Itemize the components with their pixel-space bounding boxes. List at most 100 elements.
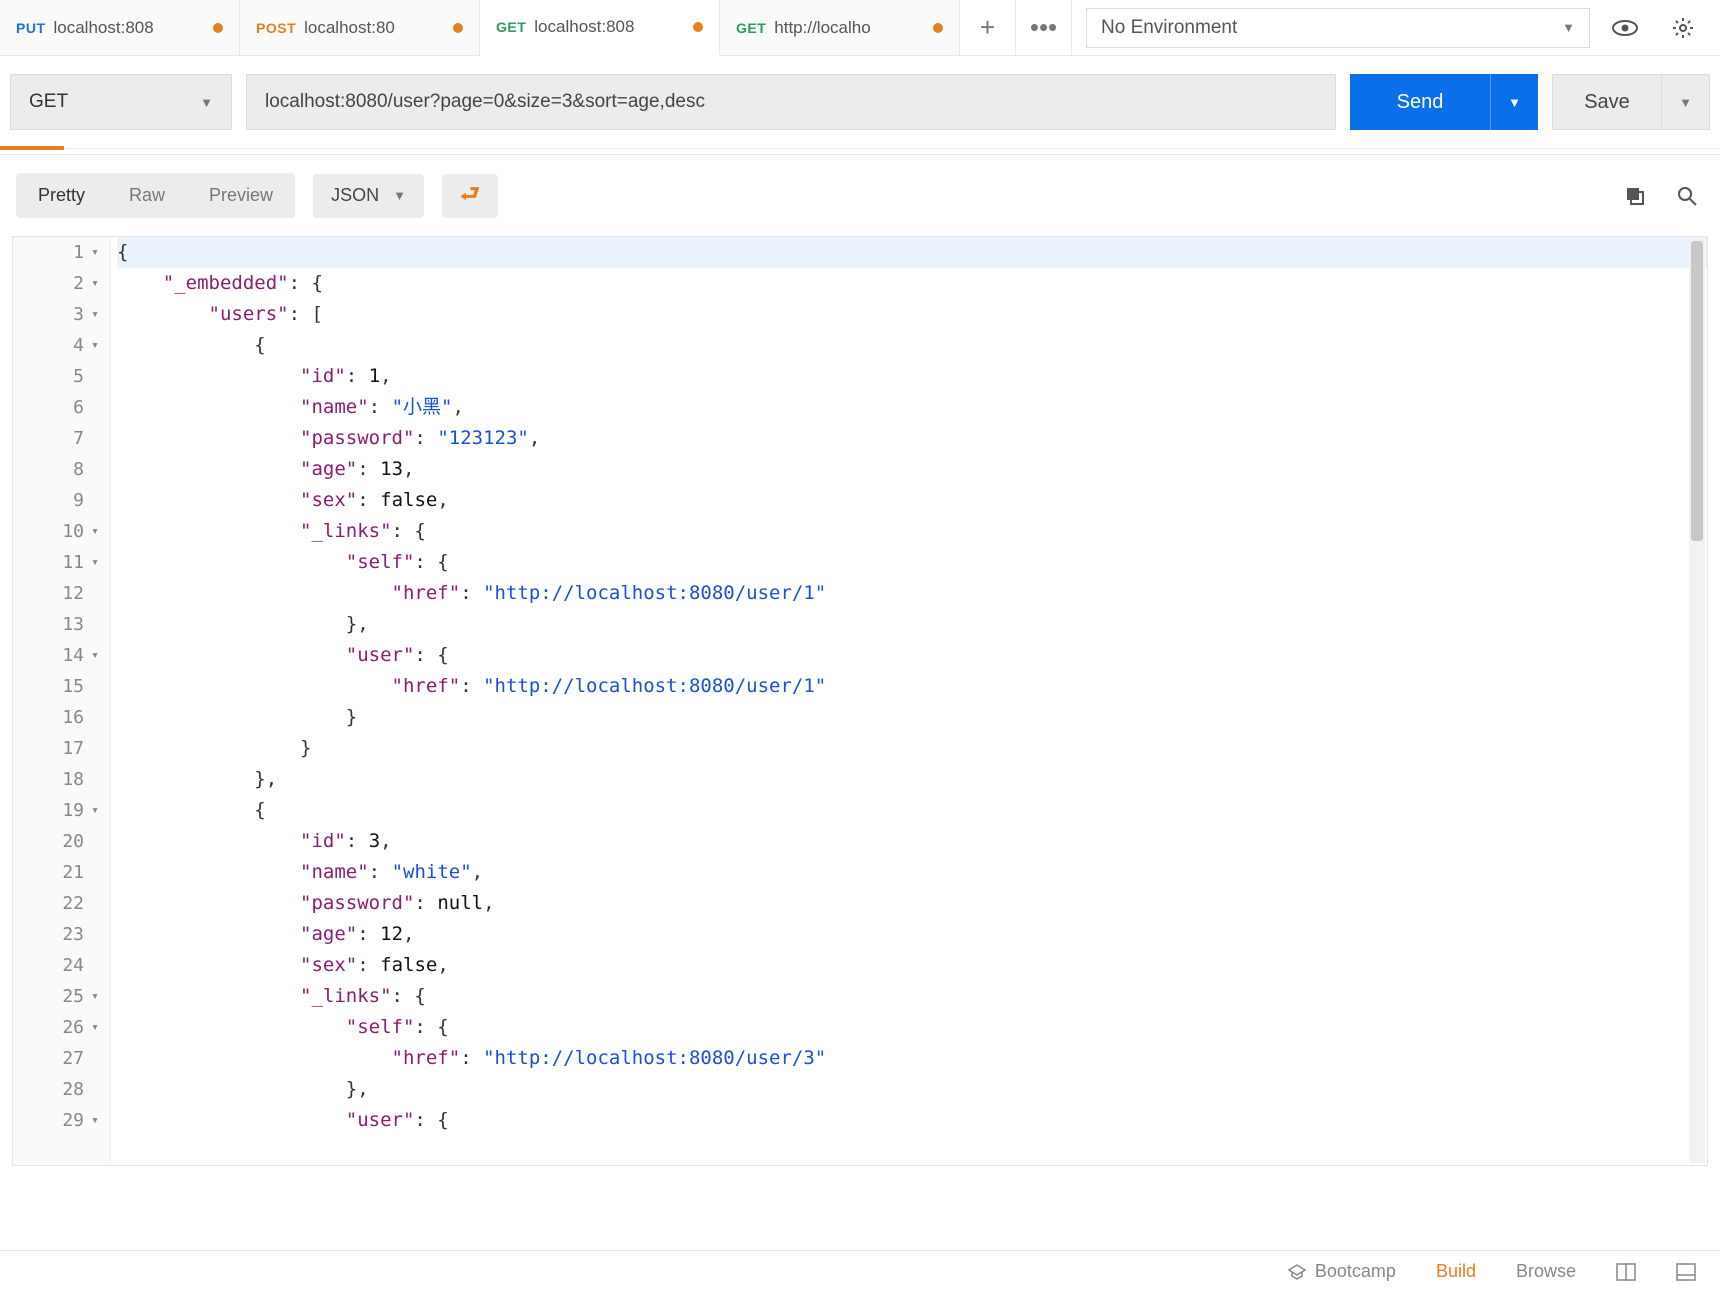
active-section-marker xyxy=(0,149,1720,155)
line-number[interactable]: 21 xyxy=(13,857,110,888)
request-tab-1[interactable]: POST localhost:80 xyxy=(240,0,480,55)
line-number[interactable]: 23 xyxy=(13,919,110,950)
line-number[interactable]: 2▾ xyxy=(13,268,110,299)
line-number[interactable]: 9 xyxy=(13,485,110,516)
line-number[interactable]: 18 xyxy=(13,764,110,795)
response-view-pretty[interactable]: Pretty xyxy=(16,173,107,218)
line-wrap-toggle[interactable]: ⮐ xyxy=(442,174,498,218)
environment-select[interactable]: No Environment ▼ xyxy=(1086,8,1590,48)
line-number[interactable]: 20 xyxy=(13,826,110,857)
response-view-preview[interactable]: Preview xyxy=(187,173,295,218)
tab-label: localhost:808 xyxy=(534,17,634,37)
line-number[interactable]: 7 xyxy=(13,423,110,454)
line-number[interactable]: 26▾ xyxy=(13,1012,110,1043)
footer-bootcamp[interactable]: Bootcamp xyxy=(1287,1261,1396,1282)
response-view-tabs: PrettyRawPreview xyxy=(16,173,295,218)
environment-area: No Environment ▼ xyxy=(1072,0,1720,55)
footer-build[interactable]: Build xyxy=(1436,1261,1476,1282)
line-number[interactable]: 15 xyxy=(13,671,110,702)
chevron-down-icon: ▼ xyxy=(200,95,213,110)
fold-toggle-icon[interactable]: ▾ xyxy=(88,1020,102,1035)
search-response-icon[interactable] xyxy=(1670,179,1704,213)
line-number[interactable]: 25▾ xyxy=(13,981,110,1012)
line-number[interactable]: 24 xyxy=(13,950,110,981)
chevron-down-icon: ▼ xyxy=(1679,95,1692,110)
line-number[interactable]: 14▾ xyxy=(13,640,110,671)
fold-toggle-icon[interactable]: ▾ xyxy=(88,648,102,663)
scrollbar-thumb[interactable] xyxy=(1691,241,1703,541)
fold-toggle-icon[interactable]: ▾ xyxy=(88,803,102,818)
response-body-viewer: 1▾2▾3▾4▾5678910▾11▾121314▾1516171819▾202… xyxy=(12,236,1708,1166)
unsaved-dot-icon xyxy=(933,23,943,33)
send-dropdown-button[interactable]: ▼ xyxy=(1490,74,1538,130)
tab-label: localhost:80 xyxy=(304,18,395,38)
request-tab-2[interactable]: GET localhost:808 xyxy=(480,0,720,56)
unsaved-dot-icon xyxy=(693,22,703,32)
send-button-group: Send ▼ xyxy=(1350,74,1538,130)
fold-toggle-icon[interactable]: ▾ xyxy=(88,245,102,260)
unsaved-dot-icon xyxy=(213,23,223,33)
http-method-label: GET xyxy=(29,91,68,113)
request-tab-0[interactable]: PUT localhost:808 xyxy=(0,0,240,55)
unsaved-dot-icon xyxy=(453,23,463,33)
request-url-input[interactable] xyxy=(246,74,1336,130)
chevron-down-icon: ▼ xyxy=(393,188,406,203)
footer-browse[interactable]: Browse xyxy=(1516,1261,1576,1282)
chevron-down-icon: ▼ xyxy=(1562,20,1575,35)
fold-toggle-icon[interactable]: ▾ xyxy=(88,307,102,322)
footer-panel-icon[interactable] xyxy=(1676,1263,1696,1281)
copy-response-icon[interactable] xyxy=(1618,179,1652,213)
tab-label: localhost:808 xyxy=(54,18,154,38)
response-view-raw[interactable]: Raw xyxy=(107,173,187,218)
line-number-gutter[interactable]: 1▾2▾3▾4▾5678910▾11▾121314▾1516171819▾202… xyxy=(13,237,111,1165)
tabs-row: PUT localhost:808 POST localhost:80 GET local… xyxy=(0,0,1720,56)
response-format-label: JSON xyxy=(331,185,379,206)
line-number[interactable]: 22 xyxy=(13,888,110,919)
line-number[interactable]: 28 xyxy=(13,1074,110,1105)
new-tab-button[interactable]: + xyxy=(960,0,1016,55)
save-dropdown-button[interactable]: ▼ xyxy=(1662,74,1710,130)
fold-toggle-icon[interactable]: ▾ xyxy=(88,989,102,1004)
request-tab-3[interactable]: GEThttp://localho xyxy=(720,0,960,55)
http-method-select[interactable]: GET ▼ xyxy=(10,74,232,130)
tab-overflow-button[interactable]: ••• xyxy=(1016,0,1072,55)
line-number[interactable]: 10▾ xyxy=(13,516,110,547)
environment-preview-icon[interactable] xyxy=(1602,8,1648,48)
line-number[interactable]: 8 xyxy=(13,454,110,485)
line-number[interactable]: 4▾ xyxy=(13,330,110,361)
line-number[interactable]: 17 xyxy=(13,733,110,764)
tab-method: GET xyxy=(736,20,766,36)
line-number[interactable]: 5 xyxy=(13,361,110,392)
vertical-scrollbar[interactable] xyxy=(1689,239,1705,1163)
line-number[interactable]: 13 xyxy=(13,609,110,640)
tab-method: PUT xyxy=(16,20,46,36)
tab-method: POST xyxy=(256,20,296,36)
line-number[interactable]: 27 xyxy=(13,1043,110,1074)
save-button[interactable]: Save xyxy=(1552,74,1662,130)
tab-method: GET xyxy=(496,19,526,35)
line-number[interactable]: 12 xyxy=(13,578,110,609)
fold-toggle-icon[interactable]: ▾ xyxy=(88,338,102,353)
status-bar: Bootcamp Build Browse xyxy=(0,1250,1720,1292)
environment-selected-label: No Environment xyxy=(1101,17,1237,39)
fold-toggle-icon[interactable]: ▾ xyxy=(88,276,102,291)
response-body-code[interactable]: { "_embedded": { "users": [ { "id": 1, "… xyxy=(111,237,1707,1165)
line-number[interactable]: 1▾ xyxy=(13,237,110,268)
line-number[interactable]: 6 xyxy=(13,392,110,423)
footer-two-pane-icon[interactable] xyxy=(1616,1263,1636,1281)
line-number[interactable]: 19▾ xyxy=(13,795,110,826)
fold-toggle-icon[interactable]: ▾ xyxy=(88,1113,102,1128)
save-button-group: Save ▼ xyxy=(1552,74,1710,130)
settings-icon[interactable] xyxy=(1660,8,1706,48)
line-number[interactable]: 16 xyxy=(13,702,110,733)
chevron-down-icon: ▼ xyxy=(1508,95,1521,110)
line-number[interactable]: 29▾ xyxy=(13,1105,110,1136)
wrap-icon: ⮐ xyxy=(460,177,480,215)
send-button[interactable]: Send xyxy=(1350,74,1490,130)
response-format-select[interactable]: JSON ▼ xyxy=(313,174,424,218)
request-bar: GET ▼ Send ▼ Save ▼ xyxy=(0,56,1720,149)
line-number[interactable]: 11▾ xyxy=(13,547,110,578)
fold-toggle-icon[interactable]: ▾ xyxy=(88,524,102,539)
line-number[interactable]: 3▾ xyxy=(13,299,110,330)
fold-toggle-icon[interactable]: ▾ xyxy=(88,555,102,570)
